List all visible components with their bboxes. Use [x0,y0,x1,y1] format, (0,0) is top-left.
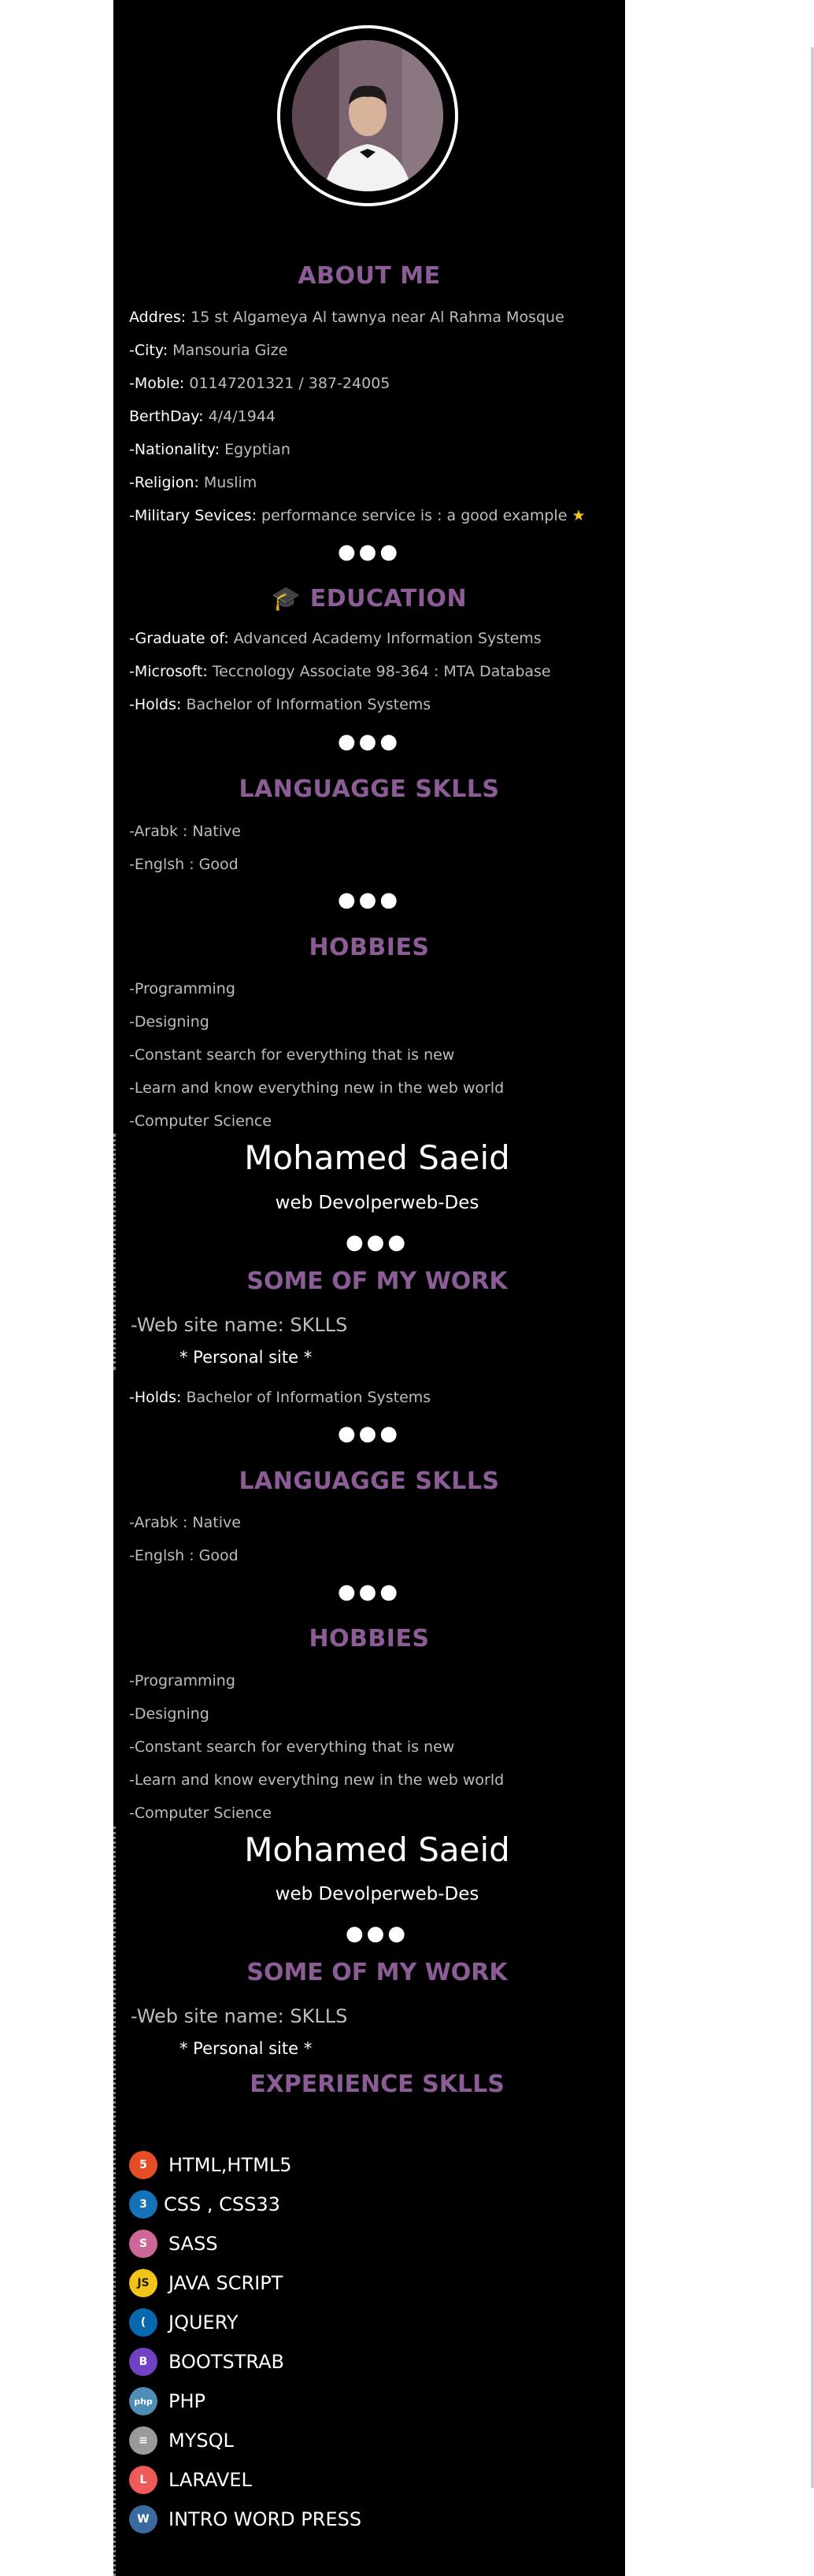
work-site-type: * Personal site * [179,1348,313,1367]
skill-sass: S SASS [129,2228,218,2260]
laravel-icon: L [129,2466,157,2494]
hobby-item: -Designing [129,1013,209,1031]
separator-dots: ●●● [345,1231,409,1254]
hobby-item: -Programming [129,980,235,997]
about-mobile: -Moble: 01147201321 / 387-24005 [129,375,390,392]
hobby-item: -Constant search for everything that is … [129,1738,455,1756]
work-site-name: -Web site name: SKLLS [131,2005,348,2027]
skill-laravel: L LARAVEL [129,2464,252,2496]
javascript-icon: JS [129,2269,157,2297]
skill-javascript: JS JAVA SCRIPT [129,2267,283,2299]
experience-title: EXPERIENCE SKLLS [250,2071,505,2098]
language-item: -Arabk : Native [129,823,241,840]
hobbies-title: HOBBIES [309,934,430,961]
about-birthday: BerthDay: 4/4/1944 [129,408,276,425]
language-item: -Arabk : Native [129,1514,241,1531]
about-city: -City: Mansouria Gize [129,342,288,359]
education-graduate: -Graduate of: Advanced Academy Informati… [129,630,542,647]
star-icon: ★ [572,507,586,524]
education-microsoft: -Microsoft: Teccnology Associate 98-364 … [129,663,551,680]
separator-dots: ●●● [337,1580,401,1604]
about-address: Addres: 15 st Algameya Al tawnya near Al… [129,309,564,326]
hobby-item: -Constant search for everything that is … [129,1046,455,1064]
sass-icon: S [129,2230,157,2258]
mysql-icon: ≡ [129,2426,157,2455]
hobby-item: -Computer Science [129,1112,272,1130]
work-title: SOME OF MY WORK [246,1959,508,1986]
work-site-type: * Personal site * [179,2039,313,2058]
graduation-cap-icon: 🎓 [271,585,302,613]
profile-name: Mohamed Saeid [244,1830,510,1869]
hobby-item: -Computer Science [129,1804,272,1822]
skill-html: 5 HTML,HTML5 [129,2149,291,2181]
work-site-name: -Web site name: SKLLS [131,1314,348,1336]
languages-title: LANGUAGGE SKLLS [239,775,500,803]
language-item: -Englsh : Good [129,1547,239,1564]
separator-dots: ●●● [345,1922,409,1945]
skill-css: 3 CSS , CSS33 [129,2189,280,2220]
right-edge-line [811,47,814,2488]
hobbies-title: HOBBIES [309,1625,430,1653]
profile-name: Mohamed Saeid [244,1138,510,1177]
php-icon: php [129,2387,157,2415]
hobby-item: -Programming [129,1672,235,1690]
wordpress-icon: W [129,2505,157,2533]
skill-mysql: ≡ MYSQL [129,2425,234,2456]
html5-icon: 5 [129,2151,157,2179]
separator-dots: ●●● [337,540,401,564]
separator-dots: ●●● [337,1422,401,1445]
profile-subtitle: web Devolperweb-Des [275,1193,479,1213]
bootstrap-icon: B [129,2348,157,2376]
about-title: ABOUT ME [298,262,441,290]
skill-wordpress: W INTRO WORD PRESS [129,2504,361,2535]
skill-bootstrap: B BOOTSTRAB [129,2346,284,2378]
education-title: 🎓 EDUCATION [271,585,468,613]
jquery-icon: ( [129,2308,157,2337]
hobby-item: -Learn and know everything new in the we… [129,1079,505,1097]
about-nationality: -Nationality: Egyptian [129,441,290,458]
work-title: SOME OF MY WORK [246,1268,508,1295]
separator-dots: ●●● [337,888,401,912]
separator-dots: ●●● [337,730,401,753]
about-military: -Military Sevices: performance service i… [129,507,586,524]
skill-jquery: ( JQUERY [129,2307,239,2338]
about-religion: -Religion: Muslim [129,474,257,491]
hobby-item: -Learn and know everything new in the we… [129,1771,505,1789]
work-holds: -Holds: Bachelor of Information Systems [129,1389,431,1406]
skill-php: php PHP [129,2385,205,2417]
hobby-item: -Designing [129,1705,209,1723]
language-item: -Englsh : Good [129,856,239,873]
css3-icon: 3 [129,2190,157,2219]
languages-title: LANGUAGGE SKLLS [239,1468,500,1495]
education-holds: -Holds: Bachelor of Information Systems [129,696,431,713]
profile-subtitle: web Devolperweb-Des [275,1884,479,1904]
avatar [292,40,443,191]
